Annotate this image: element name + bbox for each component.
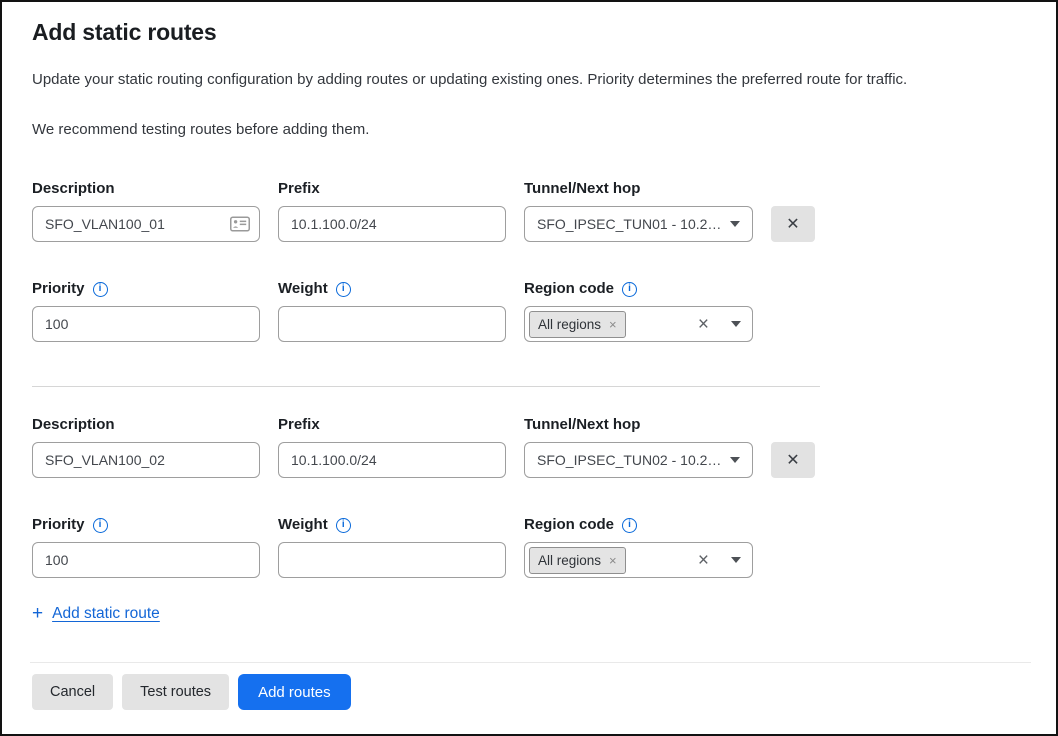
weight-label: Weight xyxy=(278,516,328,534)
tunnel-label: Tunnel/Next hop xyxy=(524,416,753,434)
prefix-field: Prefix xyxy=(278,180,506,242)
description-input[interactable] xyxy=(32,206,260,242)
close-icon: ✕ xyxy=(786,450,799,470)
add-routes-button[interactable]: Add routes xyxy=(238,674,351,710)
region-tag: All regions × xyxy=(529,547,626,574)
info-icon[interactable]: i xyxy=(93,282,108,297)
weight-input[interactable] xyxy=(278,306,506,342)
tunnel-label: Tunnel/Next hop xyxy=(524,180,753,198)
route-entry: Description Prefix xyxy=(32,180,1026,342)
region-label: Region code xyxy=(524,516,614,534)
entry-divider xyxy=(32,386,820,387)
info-icon[interactable]: i xyxy=(622,282,637,297)
info-icon[interactable]: i xyxy=(93,518,108,533)
route-entry-main-row: Description Prefix Tunnel/Next hop SFO_I… xyxy=(32,416,1026,478)
route-entry: Description Prefix Tunnel/Next hop SFO_I… xyxy=(32,416,1026,578)
route-entry-sub-row: Priority i Weight i Region code i xyxy=(32,280,1026,342)
region-tag-label: All regions xyxy=(538,553,601,568)
info-icon[interactable]: i xyxy=(336,282,351,297)
region-label: Region code xyxy=(524,280,614,298)
dialog-recommendation: We recommend testing routes before addin… xyxy=(32,120,1026,140)
chevron-down-icon xyxy=(731,321,741,327)
priority-input[interactable] xyxy=(32,542,260,578)
priority-field: Priority i xyxy=(32,280,260,342)
chevron-down-icon xyxy=(730,457,740,463)
prefix-field: Prefix xyxy=(278,416,506,478)
tunnel-select-value: SFO_IPSEC_TUN01 - 10.25... xyxy=(537,216,722,232)
chevron-down-icon xyxy=(730,221,740,227)
description-input[interactable] xyxy=(32,442,260,478)
description-label: Description xyxy=(32,180,260,198)
region-select[interactable]: All regions × × xyxy=(524,306,753,342)
description-label: Description xyxy=(32,416,260,434)
plus-icon: + xyxy=(32,604,43,623)
priority-label: Priority xyxy=(32,280,85,298)
weight-input[interactable] xyxy=(278,542,506,578)
clear-selection-icon[interactable]: × xyxy=(698,551,709,570)
tunnel-field: Tunnel/Next hop SFO_IPSEC_TUN01 - 10.25.… xyxy=(524,180,753,242)
region-field: Region code i All regions × × xyxy=(524,516,753,578)
dialog-description: Update your static routing configuration… xyxy=(32,70,1026,90)
route-entry-main-row: Description Prefix xyxy=(32,180,1026,242)
tunnel-field: Tunnel/Next hop SFO_IPSEC_TUN02 - 10.25.… xyxy=(524,416,753,478)
tag-remove-icon[interactable]: × xyxy=(609,318,617,331)
dialog-footer: Cancel Test routes Add routes xyxy=(2,662,1056,734)
region-select[interactable]: All regions × × xyxy=(524,542,753,578)
chevron-down-icon xyxy=(731,557,741,563)
region-tag-label: All regions xyxy=(538,317,601,332)
remove-route-button[interactable]: ✕ xyxy=(771,442,815,478)
page-title: Add static routes xyxy=(32,18,1026,46)
add-static-route-link[interactable]: + Add static route xyxy=(32,604,1026,623)
route-entry-sub-row: Priority i Weight i Region code i xyxy=(32,516,1026,578)
tag-remove-icon[interactable]: × xyxy=(609,554,617,567)
priority-field: Priority i xyxy=(32,516,260,578)
tunnel-select[interactable]: SFO_IPSEC_TUN01 - 10.25... xyxy=(524,206,753,242)
priority-input[interactable] xyxy=(32,306,260,342)
region-tag: All regions × xyxy=(529,311,626,338)
tunnel-select-value: SFO_IPSEC_TUN02 - 10.25... xyxy=(537,452,722,468)
prefix-label: Prefix xyxy=(278,180,506,198)
prefix-input[interactable] xyxy=(278,442,506,478)
prefix-input[interactable] xyxy=(278,206,506,242)
tunnel-select[interactable]: SFO_IPSEC_TUN02 - 10.25... xyxy=(524,442,753,478)
dialog-content: Add static routes Update your static rou… xyxy=(2,2,1056,623)
prefix-label: Prefix xyxy=(278,416,506,434)
weight-field: Weight i xyxy=(278,280,506,342)
region-field: Region code i All regions × × xyxy=(524,280,753,342)
close-icon: ✕ xyxy=(786,214,799,234)
remove-route-button[interactable]: ✕ xyxy=(771,206,815,242)
clear-selection-icon[interactable]: × xyxy=(698,315,709,334)
info-icon[interactable]: i xyxy=(622,518,637,533)
cancel-button[interactable]: Cancel xyxy=(32,674,113,710)
description-field: Description xyxy=(32,416,260,478)
info-icon[interactable]: i xyxy=(336,518,351,533)
add-static-route-label: Add static route xyxy=(52,605,160,623)
weight-field: Weight i xyxy=(278,516,506,578)
description-field: Description xyxy=(32,180,260,242)
add-static-routes-dialog: { "dialog": { "title": "Add static route… xyxy=(0,0,1058,736)
weight-label: Weight xyxy=(278,280,328,298)
test-routes-button[interactable]: Test routes xyxy=(122,674,229,710)
priority-label: Priority xyxy=(32,516,85,534)
